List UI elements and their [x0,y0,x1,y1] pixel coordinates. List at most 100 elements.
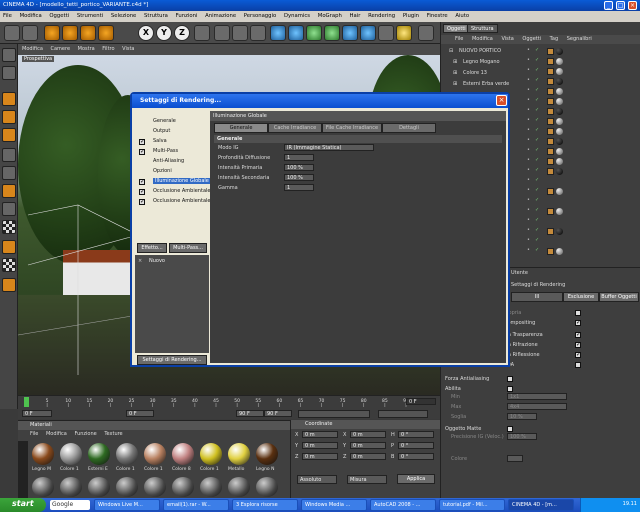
color-swatch[interactable] [507,455,523,462]
visibility-icon[interactable]: • [527,107,530,113]
nurbs-icon[interactable] [288,25,304,41]
texture-tag-icon[interactable] [547,78,554,85]
menu-item[interactable]: File [3,13,12,19]
undo-icon[interactable] [4,25,20,41]
scene-icon[interactable] [360,25,376,41]
material-tag-icon[interactable] [556,188,563,195]
taskbar-item[interactable]: Windows Live M... [94,499,160,511]
close-icon[interactable]: × [496,95,507,106]
paint-icon[interactable] [2,278,16,292]
coord-field[interactable]: 0 m [350,431,386,438]
texture-tag-icon[interactable] [547,248,554,255]
option-checkbox[interactable] [575,319,581,326]
visibility-icon[interactable]: • [527,177,530,183]
option-checkbox[interactable] [575,362,581,368]
menu-item[interactable]: Plugin [403,13,419,19]
visibility-icon[interactable]: • [527,197,530,203]
close-icon[interactable]: × [628,1,637,10]
visibility-icon[interactable]: • [527,157,530,163]
tab-irradiance-file[interactable]: File Cache Irradiance [322,123,382,133]
settings-nav-item[interactable]: Output [153,128,170,134]
render-view-icon[interactable] [214,25,230,41]
taskbar-item[interactable]: email(1).rar - W... [163,499,229,511]
menu-item[interactable]: Rendering [368,13,395,19]
check-icon[interactable]: ✓ [535,97,539,103]
material-tag-icon[interactable] [556,168,563,175]
check-icon[interactable]: ✓ [535,117,539,123]
camera-icon[interactable] [378,25,394,41]
objects-menu-item[interactable]: Vista [501,36,513,42]
nav-checkbox[interactable] [139,178,145,185]
tab-structure[interactable]: Struttura [467,24,498,33]
y-axis-icon[interactable]: Y [156,25,172,41]
timeline[interactable]: 051015202530354045505560657075808590 0 F… [18,395,440,419]
menu-item[interactable]: Strumenti [77,13,103,19]
tab-details[interactable]: Dettagli [382,123,436,133]
x-axis-icon[interactable]: X [138,25,154,41]
coord-field[interactable]: 0 ° [398,453,434,460]
material-swatch[interactable] [172,477,194,497]
material-tag-icon[interactable] [556,48,563,55]
expand-icon[interactable]: ⊞ [453,59,457,65]
coord-field[interactable]: 0 ° [398,431,434,438]
collapse-icon[interactable]: ⊟ [449,48,453,54]
material-tag-icon[interactable] [556,78,563,85]
visibility-icon[interactable]: • [527,187,530,193]
objects-menu-item[interactable]: Tag [550,36,558,42]
field-value[interactable]: 100 % [284,164,314,171]
check-icon[interactable]: ✓ [535,57,539,63]
expand-icon[interactable]: ⊞ [453,70,457,76]
check-icon[interactable]: ✓ [535,187,539,193]
material-tag-icon[interactable] [556,158,563,165]
light-icon[interactable] [396,25,412,41]
field-value[interactable]: IR (Immagine Statica) [284,144,374,151]
object-buffer-tab[interactable]: Buffer Oggetti [599,292,639,302]
material-tag-icon[interactable] [556,228,563,235]
coord-field[interactable]: 0 m [302,442,338,449]
material-swatch[interactable] [256,443,278,465]
field-value[interactable]: 100 % [284,174,314,181]
material-swatch[interactable] [144,443,166,465]
nav-checkbox[interactable] [139,198,145,205]
material-swatch[interactable] [200,477,222,497]
materials-menu-item[interactable]: Modifica [46,431,67,437]
material-tag-icon[interactable] [556,148,563,155]
threshold-field[interactable]: 10 % [507,413,537,420]
coordinate-mode-select[interactable]: Assoluto [297,475,337,484]
end-frame-field[interactable]: 90 F [236,410,264,417]
visibility-icon[interactable]: • [527,227,530,233]
visibility-icon[interactable]: • [527,247,530,253]
settings-nav-item[interactable]: Occlusione Ambientale [153,198,210,204]
precision-field[interactable]: 100 % [507,433,537,440]
live-select-icon[interactable] [44,25,60,41]
playback-controls[interactable] [298,410,370,418]
snap-icon[interactable] [2,184,16,198]
option-checkbox[interactable] [507,376,513,382]
material-swatch[interactable] [256,477,278,497]
scale-icon[interactable] [80,25,96,41]
material-swatch[interactable] [200,443,222,465]
settings-nav-item[interactable]: Salva [153,138,167,144]
menu-item[interactable]: Selezione [111,13,136,19]
material-swatch[interactable] [228,443,250,465]
axis-mode-icon[interactable] [2,166,16,180]
spline-icon[interactable] [306,25,322,41]
check-icon[interactable]: ✓ [535,227,539,233]
field-value[interactable]: 1 [284,184,314,191]
material-tag-icon[interactable] [556,128,563,135]
render-picture-icon[interactable] [232,25,248,41]
move-icon[interactable] [62,25,78,41]
visibility-icon[interactable]: • [527,47,530,53]
settings-nav-item[interactable]: Anti-Aliasing [153,158,184,164]
texture-mode-icon[interactable] [2,148,16,162]
render-settings-icon[interactable] [250,25,266,41]
material-swatch[interactable] [228,477,250,497]
preview-end-field[interactable]: 90 F [264,410,292,417]
texture-tag-icon[interactable] [547,148,554,155]
apply-button[interactable]: Applica [397,474,435,484]
texture-tag-icon[interactable] [547,108,554,115]
material-tag-icon[interactable] [556,108,563,115]
material-swatch[interactable] [116,443,138,465]
texture-tag-icon[interactable] [547,228,554,235]
option-checkbox[interactable] [507,426,513,432]
